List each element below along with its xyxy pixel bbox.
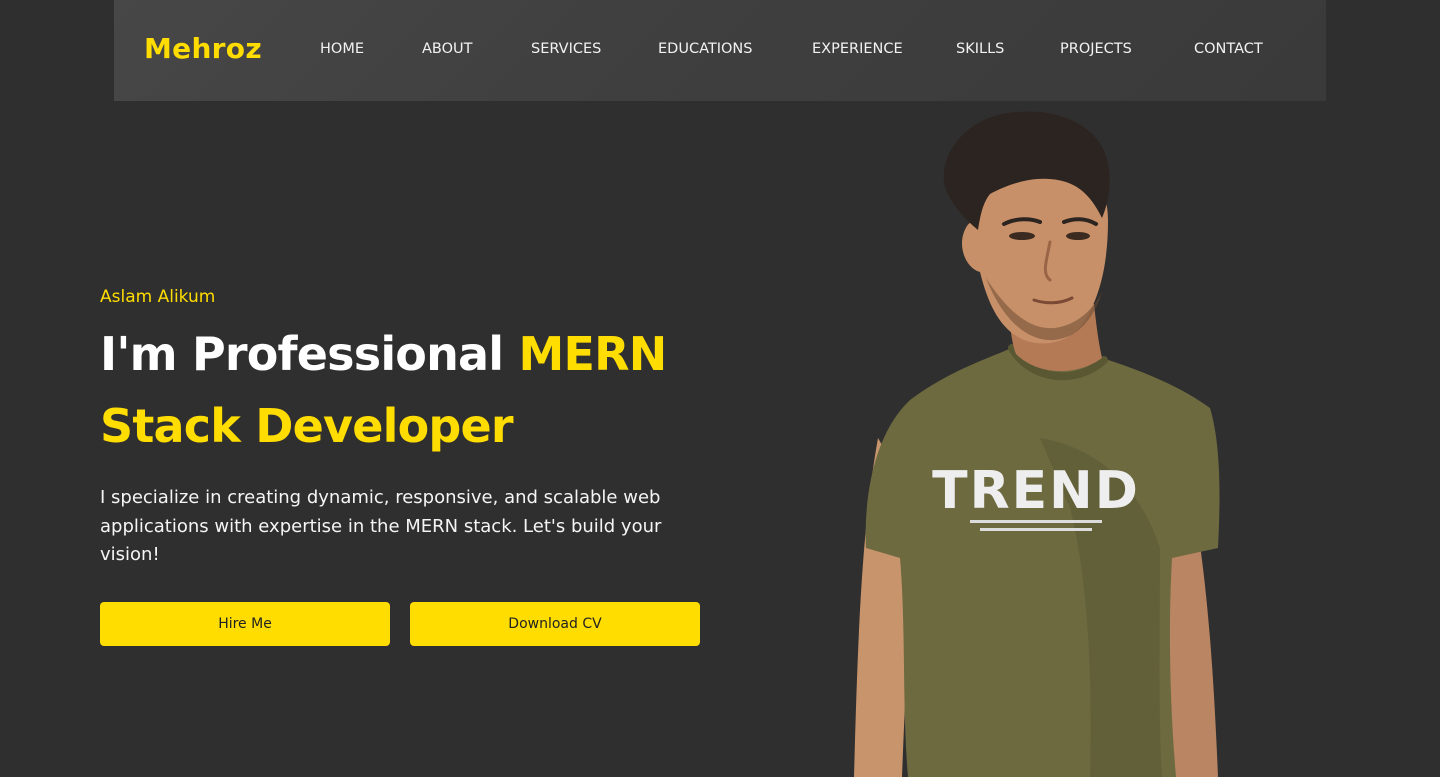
portfolio-page: Mehroz HOME ABOUT SERVICES EDUCATIONS EX… bbox=[0, 0, 1440, 777]
shirt-print-text: TREND bbox=[932, 461, 1140, 521]
shirt-print-line bbox=[980, 528, 1092, 531]
nav-about[interactable]: ABOUT bbox=[422, 38, 473, 60]
left-eye bbox=[1009, 232, 1035, 240]
hero-description: I specialize in creating dynamic, respon… bbox=[100, 487, 662, 565]
download-cv-button[interactable]: Download CV bbox=[410, 602, 700, 646]
right-eye bbox=[1066, 232, 1090, 240]
headline-prefix: I'm Professional bbox=[100, 327, 519, 381]
nav-projects[interactable]: PROJECTS bbox=[1060, 38, 1132, 60]
shirt bbox=[865, 346, 1220, 777]
nav-educations[interactable]: EDUCATIONS bbox=[658, 38, 752, 60]
hero-intro: Aslam Alikum I'm Professional MERN Stack… bbox=[100, 284, 740, 570]
navbar: Mehroz HOME ABOUT SERVICES EDUCATIONS EX… bbox=[114, 0, 1326, 101]
profile-portrait: TREND bbox=[854, 111, 1220, 777]
nav-home[interactable]: HOME bbox=[320, 38, 364, 60]
hire-me-button[interactable]: Hire Me bbox=[100, 602, 390, 646]
shirt-print-line bbox=[970, 520, 1102, 523]
nav-contact[interactable]: CONTACT bbox=[1194, 38, 1263, 60]
nav-skills[interactable]: SKILLS bbox=[956, 38, 1004, 60]
site-logo[interactable]: Mehroz bbox=[144, 30, 262, 68]
hero-headline: I'm Professional MERN Stack Developer bbox=[100, 318, 740, 462]
hero-greeting: Aslam Alikum bbox=[100, 287, 216, 307]
nav-experience[interactable]: EXPERIENCE bbox=[812, 38, 903, 60]
nav-services[interactable]: SERVICES bbox=[531, 38, 601, 60]
